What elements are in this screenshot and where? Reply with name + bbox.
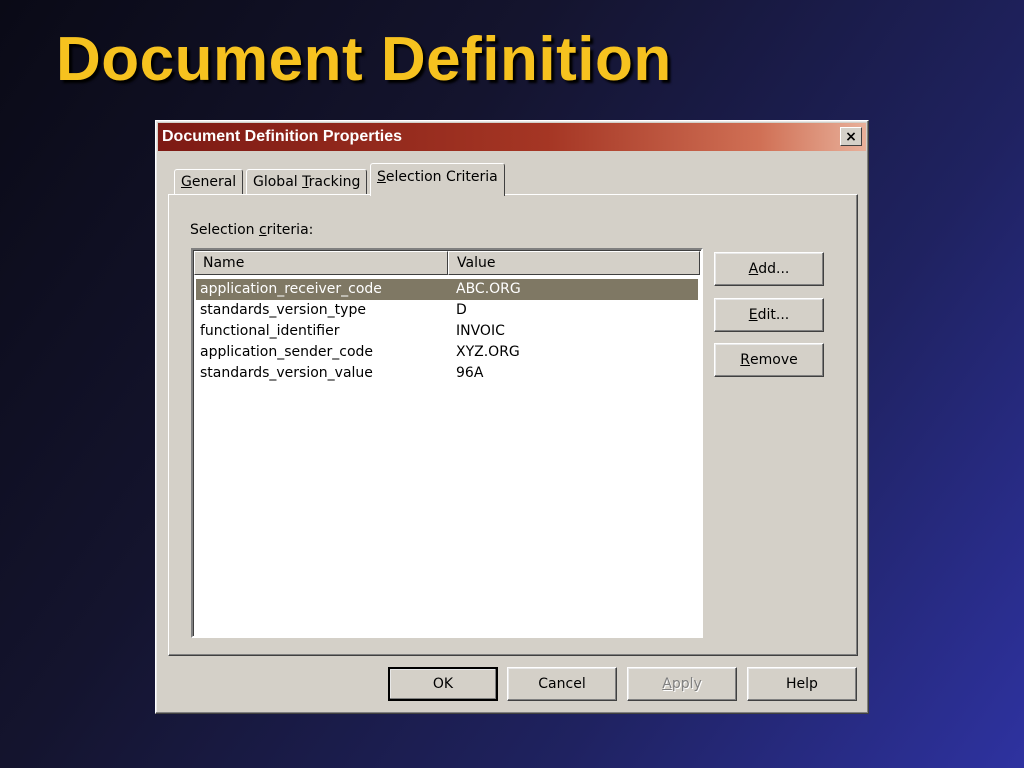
list-rows: application_receiver_code ABC.ORG standa… (196, 279, 698, 384)
row-value: D (456, 302, 467, 318)
list-header: Name Value (194, 251, 700, 275)
dialog-titlebar[interactable]: Document Definition Properties × (158, 123, 866, 151)
row-name: standards_version_value (200, 365, 373, 381)
table-row[interactable]: standards_version_type D (196, 300, 698, 321)
tab-strip: General Global Tracking Selection Criter… (168, 161, 868, 196)
tab-general[interactable]: General (174, 169, 244, 195)
row-value: INVOIC (456, 323, 505, 339)
apply-button[interactable]: Apply (627, 667, 737, 701)
row-name: application_receiver_code (200, 281, 382, 297)
properties-dialog: Document Definition Properties × General… (155, 120, 869, 714)
remove-button[interactable]: Remove (714, 343, 824, 377)
row-name: application_sender_code (200, 344, 374, 360)
table-row[interactable]: standards_version_value 96A (196, 363, 698, 384)
row-name: standards_version_type (200, 302, 366, 318)
column-header-name[interactable]: Name (194, 251, 448, 275)
help-button[interactable]: Help (747, 667, 857, 701)
column-header-value[interactable]: Value (448, 251, 700, 275)
cancel-button[interactable]: Cancel (507, 667, 617, 701)
criteria-list[interactable]: Name Value application_receiver_code ABC… (191, 248, 703, 638)
slide-title: Document Definition (56, 25, 672, 94)
close-icon: × (845, 128, 857, 145)
table-row[interactable]: functional_identifier INVOIC (196, 321, 698, 342)
row-value: XYZ.ORG (456, 344, 520, 360)
dialog-title: Document Definition Properties (162, 128, 403, 145)
row-value: ABC.ORG (456, 281, 521, 297)
table-row[interactable]: application_receiver_code ABC.ORG (196, 279, 698, 300)
ok-button[interactable]: OK (388, 667, 498, 701)
edit-button[interactable]: Edit... (714, 298, 824, 332)
tab-global-tracking[interactable]: Global Tracking (246, 169, 368, 195)
tab-selection-criteria[interactable]: Selection Criteria (370, 163, 505, 196)
table-row[interactable]: application_sender_code XYZ.ORG (196, 342, 698, 363)
close-button[interactable]: × (840, 127, 862, 146)
row-name: functional_identifier (200, 323, 340, 339)
add-button[interactable]: Add... (714, 252, 824, 286)
row-value: 96A (456, 365, 484, 381)
selection-criteria-label: Selection criteria: (190, 222, 314, 238)
